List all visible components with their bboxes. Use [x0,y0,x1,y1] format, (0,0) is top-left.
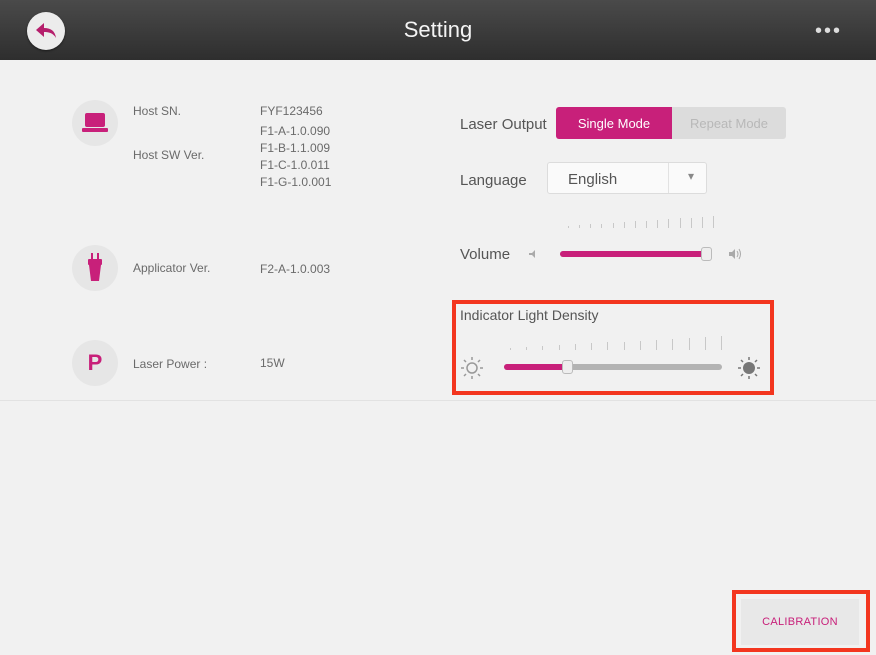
scale-tick [590,224,592,228]
laser-output-label: Laser Output [460,116,547,133]
chevron-down-icon: ▾ [688,169,695,183]
calibration-highlight-box [732,590,870,652]
host-sn-value: FYF123456 [260,104,323,118]
more-options-icon[interactable]: ••• [815,20,842,43]
laptop-icon [82,113,108,132]
host-sn-label: Host SN. [133,104,182,118]
volume-slider-fill [560,251,708,257]
scale-tick [713,216,714,228]
volume-high-icon [729,248,741,260]
host-sw-value: F1-B-1.1.009 [260,141,331,155]
scale-tick [646,220,648,228]
scale-tick [568,226,569,228]
p-letter-icon: P [87,350,103,375]
scale-tick [612,222,614,228]
laser-power-value: 15W [260,356,285,370]
volume-slider-thumb[interactable] [701,247,712,261]
page-title: Setting [403,17,473,42]
volume-slider[interactable] [560,247,712,261]
scale-tick [668,219,670,228]
indicator-highlight-box [452,300,774,395]
scale-tick [701,216,703,228]
volume-low-icon [529,250,535,258]
host-icon [72,100,118,146]
scale-tick [634,221,636,228]
laser-power-label: Laser Power : [133,357,208,371]
repeat-mode-button[interactable]: Repeat Mode [672,107,786,139]
laser-power-icon: P [72,340,118,386]
single-mode-button[interactable]: Single Mode [556,107,672,139]
language-select[interactable]: English ▾ [547,162,707,194]
scale-tick [601,223,603,228]
volume-label: Volume [460,246,511,263]
language-selected-value: English [568,171,618,188]
language-label: Language [460,172,527,189]
host-sw-values: F1-A-1.0.090 F1-B-1.1.009 F1-C-1.0.011 F… [260,123,331,191]
scale-tick [623,222,625,228]
applicator-icon [72,245,118,291]
laser-output-toggle: Single Mode Repeat Mode [556,107,786,139]
handpiece-icon [88,253,102,281]
scale-tick [579,225,581,228]
scale-tick [679,218,681,228]
dropdown-divider [668,163,669,193]
host-sw-value: F1-C-1.0.011 [260,158,330,172]
section-divider [0,400,876,401]
host-sw-value: F1-G-1.0.001 [260,175,332,189]
host-sw-label: Host SW Ver. [133,148,205,162]
applicator-label: Applicator Ver. [133,261,211,275]
host-sw-value: F1-A-1.0.090 [260,124,331,138]
top-bar: Setting ••• [0,0,876,60]
applicator-value: F2-A-1.0.003 [260,262,331,276]
volume-scale-ticks [568,216,714,228]
scale-tick [690,217,692,228]
scale-tick [657,219,659,228]
